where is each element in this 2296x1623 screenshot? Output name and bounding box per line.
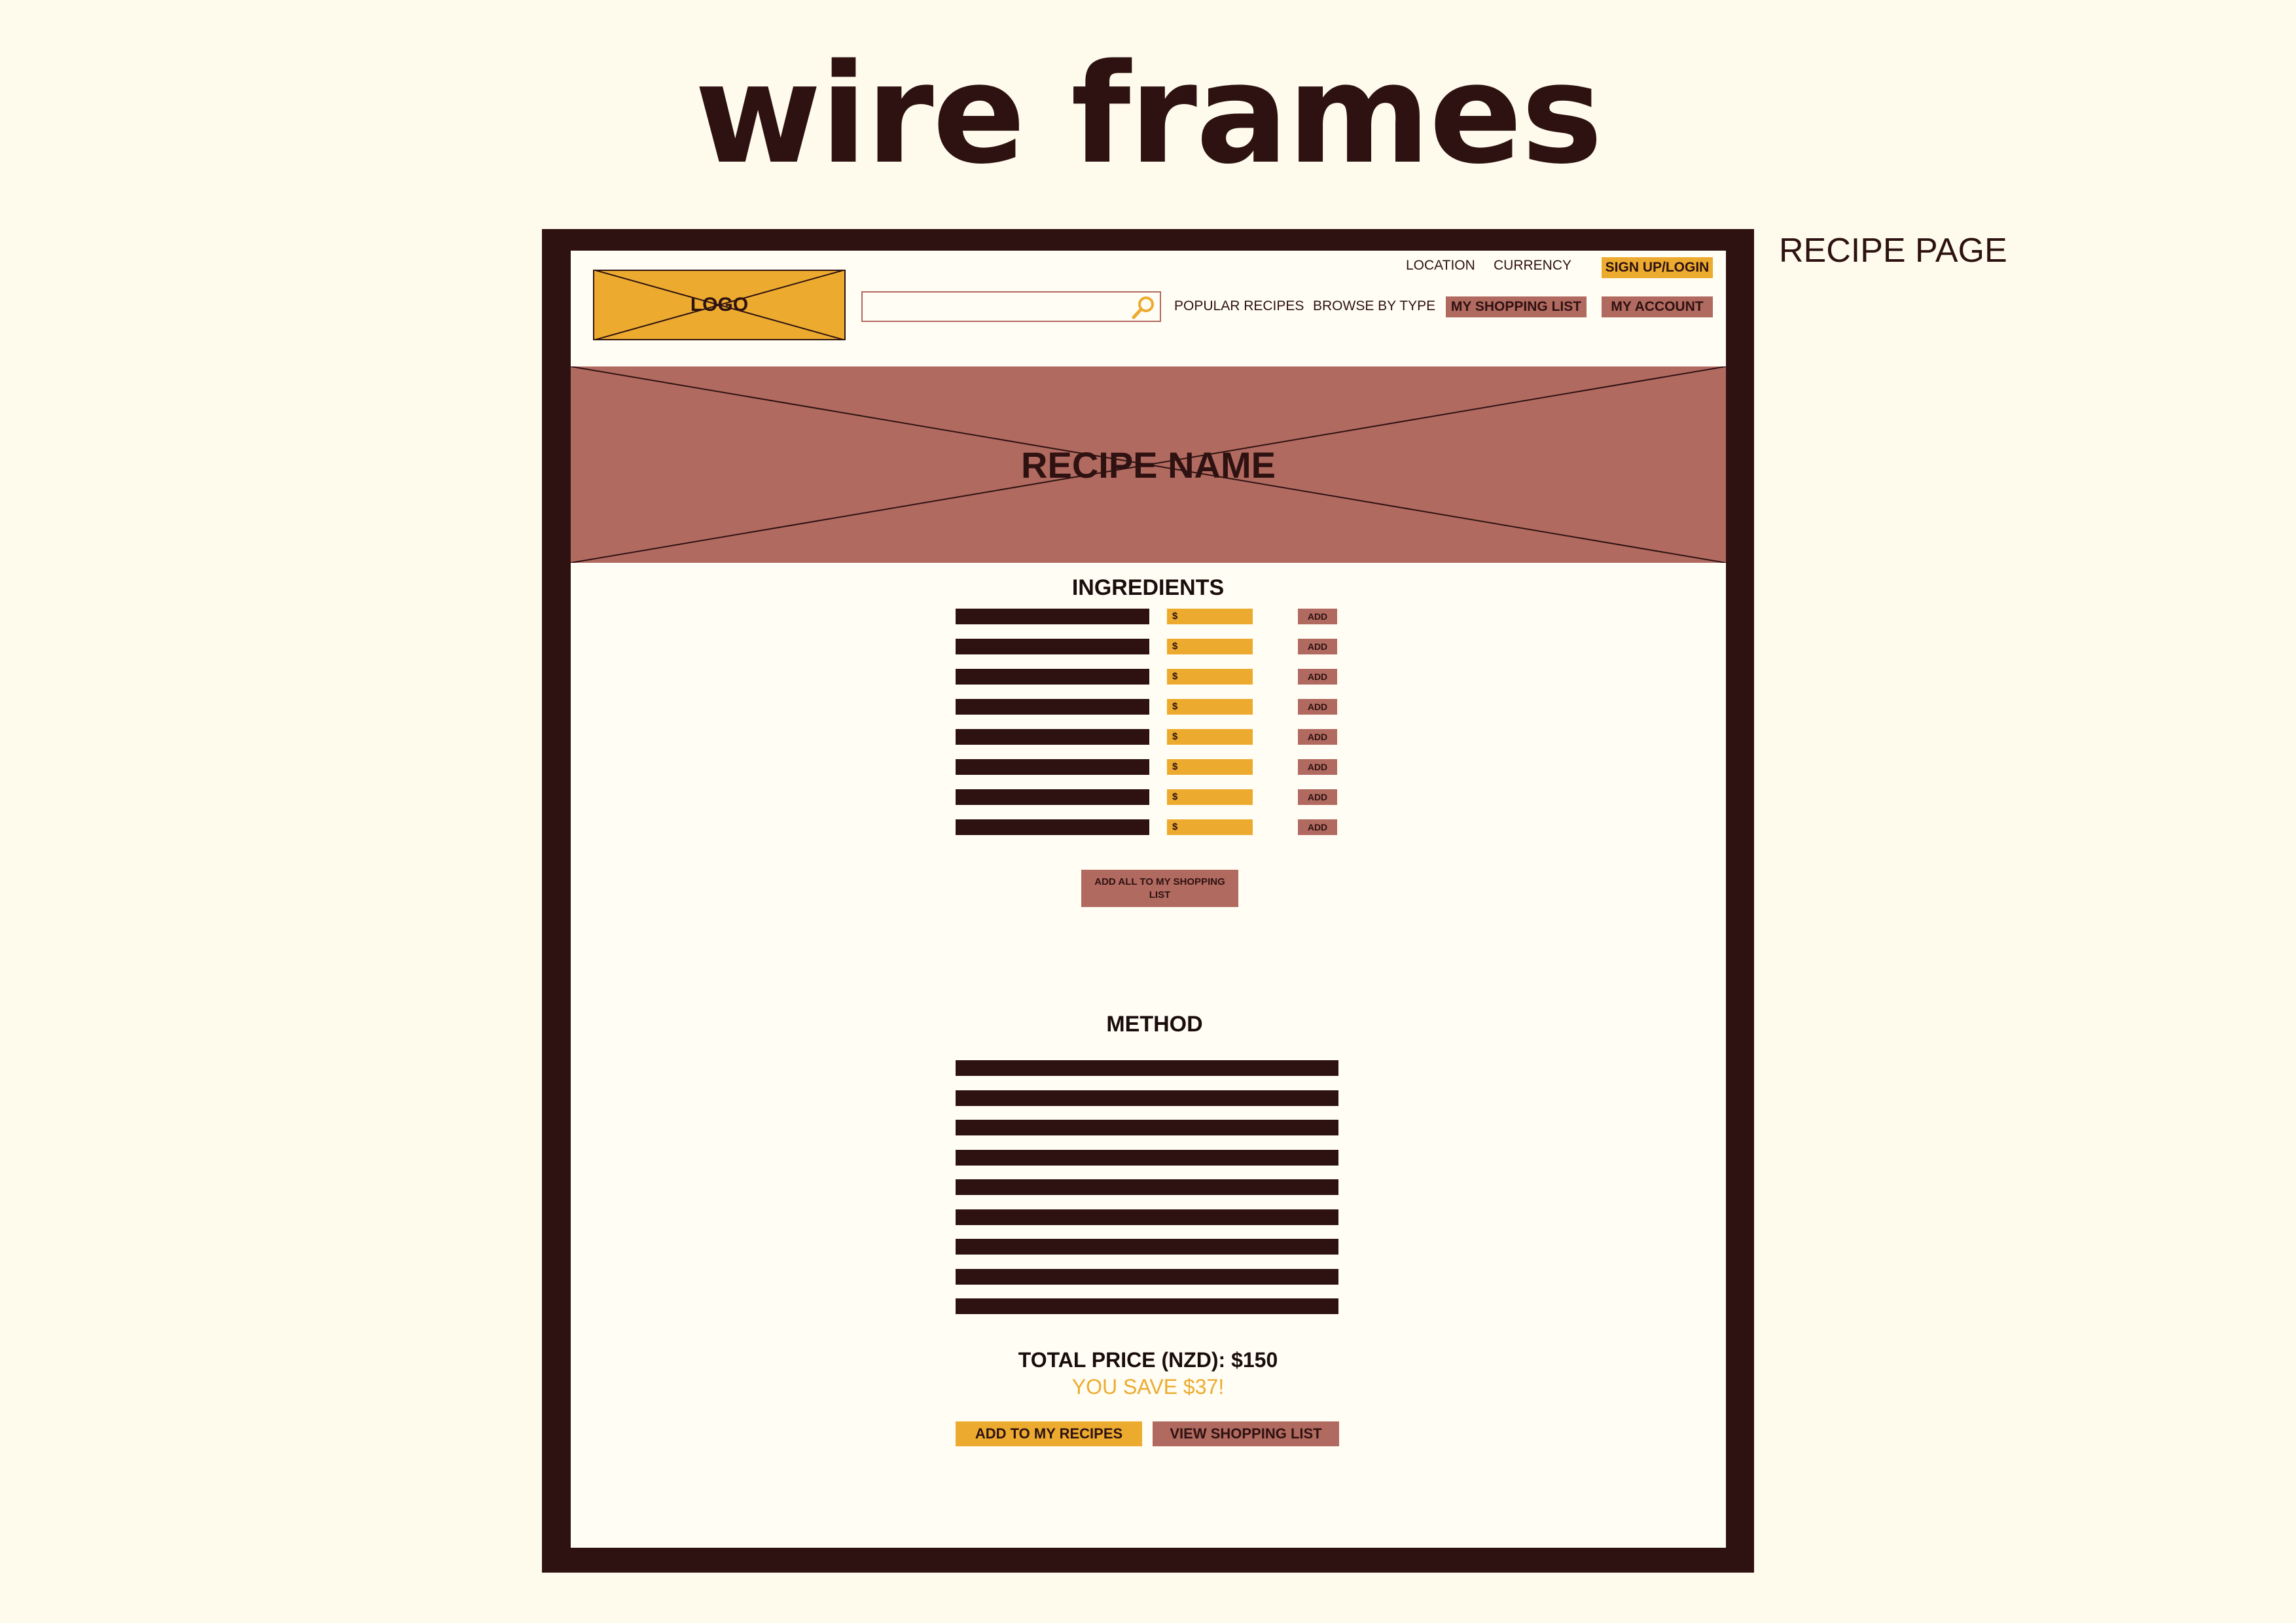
ingredient-line: [956, 759, 1149, 775]
method-line: [956, 1268, 1338, 1285]
ingredient-add-button[interactable]: ADD: [1298, 729, 1337, 745]
my-account-button[interactable]: MY ACCOUNT: [1602, 296, 1713, 317]
ingredient-add-button[interactable]: ADD: [1298, 609, 1337, 624]
ingredient-add-button[interactable]: ADD: [1298, 789, 1337, 805]
ingredient-add-button[interactable]: ADD: [1298, 669, 1337, 685]
page-heading: wire frames: [694, 34, 1603, 194]
logo-placeholder[interactable]: LOGO: [593, 270, 846, 340]
my-shopping-list-button[interactable]: MY SHOPPING LIST: [1446, 296, 1587, 317]
search-icon[interactable]: [1131, 295, 1156, 320]
method-line: [956, 1149, 1338, 1166]
ingredient-line: [956, 789, 1149, 805]
add-all-to-shopping-list-button[interactable]: ADD ALL TO MY SHOPPING LIST: [1081, 870, 1238, 907]
recipe-name: RECIPE NAME: [1021, 444, 1276, 486]
view-shopping-list-button[interactable]: VIEW SHOPPING LIST: [1153, 1421, 1339, 1446]
ingredient-price: $: [1167, 609, 1253, 624]
ingredient-add-button[interactable]: ADD: [1298, 759, 1337, 775]
ingredients-title: INGREDIENTS: [1071, 575, 1225, 600]
search-input[interactable]: [861, 291, 1161, 322]
method-line: [956, 1239, 1338, 1255]
ingredient-line: [956, 669, 1149, 685]
ingredient-price: $: [1167, 639, 1253, 654]
ingredient-add-button[interactable]: ADD: [1298, 639, 1337, 654]
ingredient-line: [956, 819, 1149, 835]
add-to-my-recipes-button[interactable]: ADD TO MY RECIPES: [956, 1421, 1142, 1446]
sign-up-login-button[interactable]: SIGN UP/LOGIN: [1602, 257, 1713, 278]
method-title: METHOD: [1106, 1012, 1203, 1037]
total-price: TOTAL PRICE (NZD): $150: [1018, 1348, 1278, 1372]
page-label: RECIPE PAGE: [1779, 232, 2007, 270]
ingredient-price: $: [1167, 759, 1253, 775]
method-line: [956, 1209, 1338, 1225]
recipe-hero-image: RECIPE NAME: [571, 366, 1726, 563]
method-line: [956, 1090, 1338, 1106]
method-line: [956, 1060, 1338, 1076]
ingredient-line: [956, 639, 1149, 654]
method-line: [956, 1120, 1338, 1135]
currency-link[interactable]: CURRENCY: [1494, 256, 1571, 276]
logo-text: LOGO: [690, 294, 749, 315]
ingredient-add-button[interactable]: ADD: [1298, 819, 1337, 835]
ingredient-line: [956, 609, 1149, 624]
ingredient-price: $: [1167, 699, 1253, 715]
ingredient-add-button[interactable]: ADD: [1298, 699, 1337, 715]
nav-browse-by-type[interactable]: BROWSE BY TYPE: [1313, 296, 1435, 316]
location-link[interactable]: LOCATION: [1406, 256, 1475, 276]
ingredient-price: $: [1167, 729, 1253, 745]
ingredient-price: $: [1167, 819, 1253, 835]
savings-text: YOU SAVE $37!: [1071, 1375, 1225, 1399]
nav-popular-recipes[interactable]: POPULAR RECIPES: [1174, 296, 1304, 316]
ingredient-line: [956, 699, 1149, 715]
ingredient-line: [956, 729, 1149, 745]
method-line: [956, 1179, 1338, 1195]
ingredient-price: $: [1167, 669, 1253, 685]
ingredient-price: $: [1167, 789, 1253, 805]
method-line: [956, 1298, 1338, 1314]
